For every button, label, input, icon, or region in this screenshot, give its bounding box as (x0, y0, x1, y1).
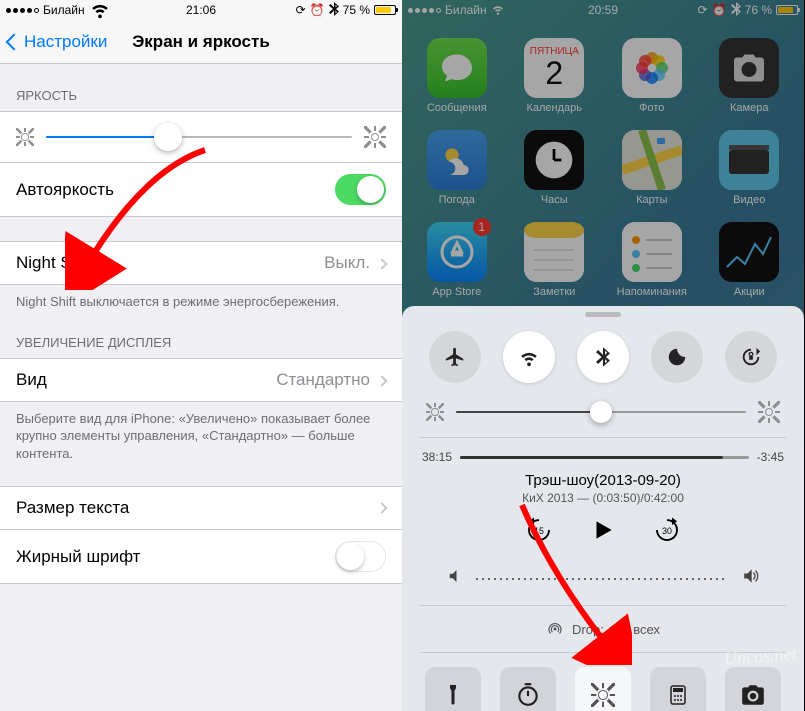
night-shift-value: Выкл. (324, 253, 370, 272)
auto-brightness-toggle[interactable] (335, 174, 386, 205)
bluetooth-icon (329, 2, 339, 19)
calculator-button[interactable] (650, 667, 706, 711)
airplane-toggle[interactable] (429, 331, 481, 383)
wifi-toggle[interactable] (503, 331, 555, 383)
auto-brightness-label: Автояркость (16, 180, 114, 200)
cc-brightness-slider[interactable] (456, 411, 746, 413)
display-zoom-row[interactable]: Вид Стандартно (0, 358, 402, 402)
camera-button[interactable] (725, 667, 781, 711)
play-button[interactable] (590, 517, 616, 548)
clock: 21:06 (186, 3, 216, 17)
chevron-right-icon (376, 375, 387, 386)
battery-pct: 75 % (343, 3, 370, 17)
skip-fwd-30-button[interactable]: 30 (652, 515, 682, 550)
text-size-label: Размер текста (16, 498, 129, 518)
sun-high-icon (758, 401, 780, 423)
cc-media: 38:15 -3:45 Трэш-шоу(2013-09-20) КиХ 201… (402, 442, 804, 601)
flashlight-button[interactable] (425, 667, 481, 711)
elapsed-time: 38:15 (422, 450, 452, 464)
display-zoom-value: Стандартно (276, 370, 370, 389)
section-header-zoom: УВЕЛИЧЕНИЕ ДИСПЛЕЯ (0, 335, 402, 358)
nav-bar: Настройки Экран и яркость (0, 20, 402, 64)
settings-screen: Билайн 21:06 ⟳ ⏰ 75 % Настройки Экран и … (0, 0, 402, 711)
sun-low-icon (426, 403, 444, 421)
carrier-label: Билайн (43, 3, 85, 17)
battery-icon (374, 5, 396, 15)
timer-button[interactable] (500, 667, 556, 711)
section-header-brightness: ЯРКОСТЬ (0, 88, 402, 111)
back-button[interactable]: Настройки (8, 32, 107, 52)
night-shift-button[interactable] (575, 667, 631, 711)
status-bar: Билайн 21:06 ⟳ ⏰ 75 % (0, 0, 402, 20)
svg-text:30: 30 (662, 526, 672, 536)
remain-time: -3:45 (757, 450, 784, 464)
cc-handle[interactable] (585, 312, 621, 317)
chevron-right-icon (376, 258, 387, 269)
brightness-slider[interactable] (46, 136, 352, 138)
auto-brightness-row[interactable]: Автояркость (0, 162, 402, 217)
dnd-toggle[interactable] (651, 331, 703, 383)
cc-brightness-row (402, 391, 804, 433)
sun-high-icon (364, 126, 386, 148)
volume-high-icon (740, 566, 760, 591)
alarm-icon: ⏰ (310, 3, 325, 17)
scrubber[interactable] (460, 456, 749, 459)
sun-low-icon (16, 128, 34, 146)
night-shift-row[interactable]: Night Shift Выкл. (0, 241, 402, 285)
bold-text-row[interactable]: Жирный шрифт (0, 530, 402, 584)
control-center-screen: Билайн 20:59 ⟳ ⏰ 76 % Сообщения ПЯТНИЦА2… (402, 0, 804, 711)
bold-text-toggle[interactable] (335, 541, 386, 572)
sun-icon (591, 683, 615, 707)
media-subtitle: КиХ 2013 — (0:03:50)/0:42:00 (422, 491, 784, 505)
orientation-lock-icon: ⟳ (296, 3, 306, 17)
display-zoom-label: Вид (16, 370, 47, 390)
brightness-slider-row (0, 111, 402, 162)
night-shift-footer: Night Shift выключается в режиме энергос… (0, 285, 402, 311)
display-zoom-footer: Выберите вид для iPhone: «Увеличено» пок… (0, 402, 402, 463)
svg-text:15: 15 (534, 526, 544, 536)
night-shift-label: Night Shift (16, 253, 94, 273)
bluetooth-toggle[interactable] (577, 331, 629, 383)
volume-slider[interactable] (476, 578, 728, 580)
volume-low-icon (446, 567, 464, 590)
chevron-left-icon (6, 33, 23, 50)
airdrop-row[interactable]: Drop: для всех (402, 610, 804, 648)
media-title: Трэш-шоу(2013-09-20) (422, 472, 784, 489)
bold-text-label: Жирный шрифт (16, 547, 140, 567)
skip-back-15-button[interactable]: 15 (524, 515, 554, 550)
page-title: Экран и яркость (132, 32, 270, 52)
text-size-row[interactable]: Размер текста (0, 486, 402, 530)
airdrop-label: Drop: для всех (572, 622, 660, 637)
orientation-lock-toggle[interactable] (725, 331, 777, 383)
chevron-right-icon (376, 503, 387, 514)
